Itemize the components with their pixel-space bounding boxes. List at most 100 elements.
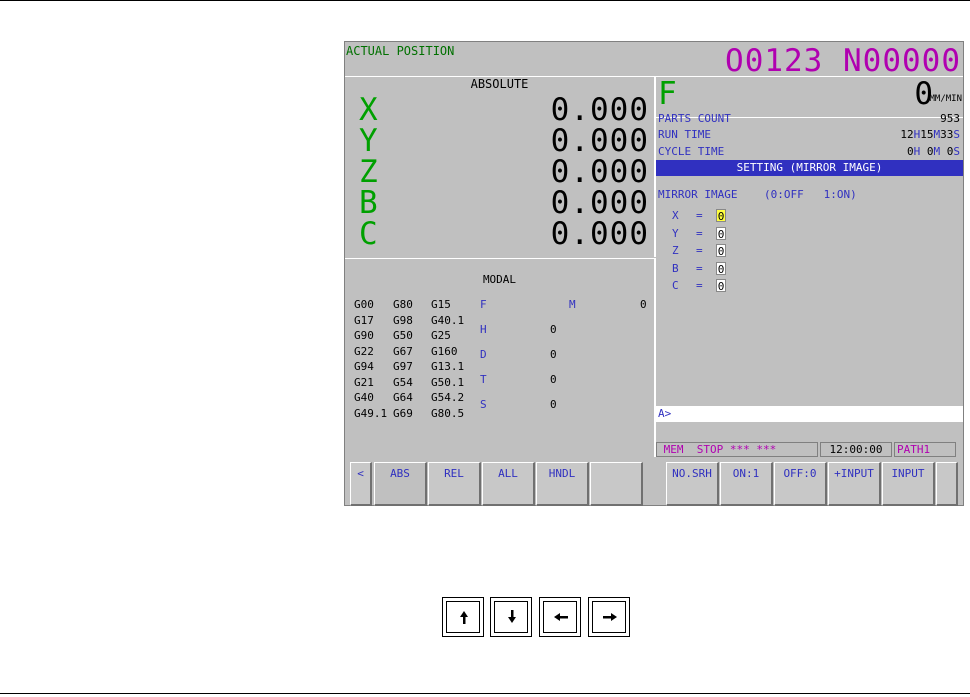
gcode-cell: G22 [354, 344, 374, 358]
softkey-no-srh[interactable]: NO.SRH [666, 462, 719, 506]
absolute-panel: ABSOLUTE X 0.000 Y 0.000 Z 0.000 B 0.000… [345, 77, 656, 257]
run-time-label: RUN TIME [658, 128, 711, 141]
mirror-image-label: MIRROR IMAGE (0:OFF 1:ON) [658, 188, 857, 201]
cycle-time-label: CYCLE TIME [658, 145, 725, 158]
cursor-right-key[interactable] [588, 597, 630, 637]
axis-name: X [359, 92, 378, 128]
gcode-cell: G21 [354, 375, 374, 389]
status-path: PATH1 [897, 443, 931, 456]
modal-label: MODAL [482, 273, 517, 286]
mirror-z-input[interactable]: 0 [716, 244, 726, 258]
axis-value: 0.000 [550, 92, 649, 128]
mirror-eq: = [696, 279, 703, 292]
softkey-bar: < ABS REL ALL HNDL NO.SRH ON:1 OFF:0 +IN… [345, 460, 963, 506]
softkey-input[interactable]: INPUT [882, 462, 935, 506]
axis-value: 0.000 [550, 216, 649, 252]
status-stars-1: *** [729, 443, 750, 456]
screen-title: ACTUAL POSITION [346, 44, 455, 58]
gcode-cell: G40.1 [431, 313, 465, 327]
gcode-cell: G40 [354, 391, 374, 404]
down-arrow-icon [508, 610, 516, 623]
axis-row-y: Y 0.000 [359, 126, 649, 157]
gcode-cell: G80.5 [431, 406, 465, 420]
axis-value: 0.000 [550, 123, 649, 159]
gcode-cell: G17 [354, 313, 374, 327]
cursor-left-key[interactable] [539, 597, 581, 637]
modal-t-value: 0 [550, 373, 557, 386]
feedrate-label: F [658, 76, 677, 112]
command-input[interactable]: A> [656, 406, 963, 422]
modal-m-value: 0 [640, 298, 647, 311]
softkey-on-1[interactable]: ON:1 [720, 462, 773, 506]
axis-name: B [359, 185, 378, 221]
gcode-cell: G50.1 [431, 375, 465, 389]
axis-row-z: Z 0.000 [359, 157, 649, 188]
softkey-all[interactable]: ALL [482, 462, 535, 506]
gcode-cell: G67 [393, 344, 413, 358]
mirror-b-input[interactable]: 0 [716, 262, 726, 276]
cycle-time-value: 0H 0M 0S [907, 145, 960, 158]
gcode-cell: G49.1 [354, 406, 388, 420]
status-state: STOP [696, 443, 724, 456]
axis-name: Z [359, 154, 378, 190]
mirror-image-hint: (0:OFF 1:ON) [763, 188, 857, 201]
modal-d-value: 0 [550, 348, 557, 361]
softkey-prev[interactable]: < [350, 462, 372, 506]
gcode-cell: G160 [431, 344, 458, 358]
mirror-row-x: X = 0 [672, 209, 732, 223]
modal-s-value: 0 [550, 398, 557, 411]
mirror-row-y: Y = 0 [672, 227, 732, 241]
softkey-hndl[interactable]: HNDL [536, 462, 589, 506]
mirror-eq: = [696, 262, 703, 275]
modal-t-label: T [480, 373, 487, 386]
left-arrow-icon [554, 613, 568, 621]
cursor-down-key[interactable] [490, 597, 532, 637]
gcode-cell: G80 [393, 298, 413, 311]
cursor-up-key[interactable] [442, 597, 484, 637]
axis-name: Y [359, 123, 378, 159]
absolute-label: ABSOLUTE [470, 77, 529, 91]
gcode-cell: G50 [393, 329, 413, 342]
parts-count-label: PARTS COUNT [658, 112, 731, 125]
mirror-y-input[interactable]: 0 [716, 227, 726, 241]
mirror-c-input[interactable]: 0 [716, 279, 726, 293]
gcode-cell: G94 [354, 360, 374, 373]
modal-d-label: D [480, 348, 487, 361]
gcode-cell: G25 [431, 329, 451, 342]
gcode-cell: G97 [393, 360, 413, 373]
up-arrow-icon [460, 611, 468, 624]
mirror-x-input[interactable]: 0 [716, 209, 726, 223]
softkey-abs[interactable]: ABS [374, 462, 427, 506]
modal-panel: MODAL G00 G80 G15 G17 G98 G40.1 G90 G50 G25 G22 G6… [345, 258, 656, 457]
mirror-axis-name: X [672, 209, 679, 222]
status-time-box: 12:00:00 [820, 442, 892, 457]
run-time-value: 12H15M33S [900, 128, 960, 141]
gcode-cell: G64 [393, 391, 413, 404]
mirror-row-c: C = 0 [672, 279, 732, 293]
top-rule [0, 0, 970, 1]
mirror-axis-name: Z [672, 244, 679, 257]
cnc-screen: ACTUAL POSITION O0123 N00000 ABSOLUTE X … [344, 41, 964, 506]
softkey-off-0[interactable]: OFF:0 [774, 462, 827, 506]
gcode-cell: G54.2 [431, 391, 465, 404]
softkey-next[interactable] [936, 462, 958, 506]
gcode-cell: G15 [431, 298, 451, 311]
setting-title-bar: SETTING (MIRROR IMAGE) [656, 160, 963, 176]
right-arrow-icon [603, 613, 617, 621]
modal-h-value: 0 [550, 323, 557, 336]
feedrate-unit: MM/MIN [929, 94, 962, 104]
gcode-cell: G69 [393, 406, 413, 420]
gcode-cell: G54 [393, 375, 413, 389]
softkey-plus-input[interactable]: +INPUT [828, 462, 881, 506]
mirror-eq: = [696, 244, 703, 257]
axis-row-b: B 0.000 [359, 188, 649, 219]
mirror-row-z: Z = 0 [672, 244, 732, 258]
mirror-eq: = [696, 227, 703, 240]
softkey-rel[interactable]: REL [428, 462, 481, 506]
status-time: 12:00:00 [829, 443, 883, 456]
screen-header: ACTUAL POSITION O0123 N00000 [345, 42, 963, 79]
status-path-box: PATH1 [894, 442, 956, 457]
gcode-cell: G98 [393, 313, 413, 327]
softkey-blank[interactable] [590, 462, 643, 506]
mirror-eq: = [696, 209, 703, 222]
